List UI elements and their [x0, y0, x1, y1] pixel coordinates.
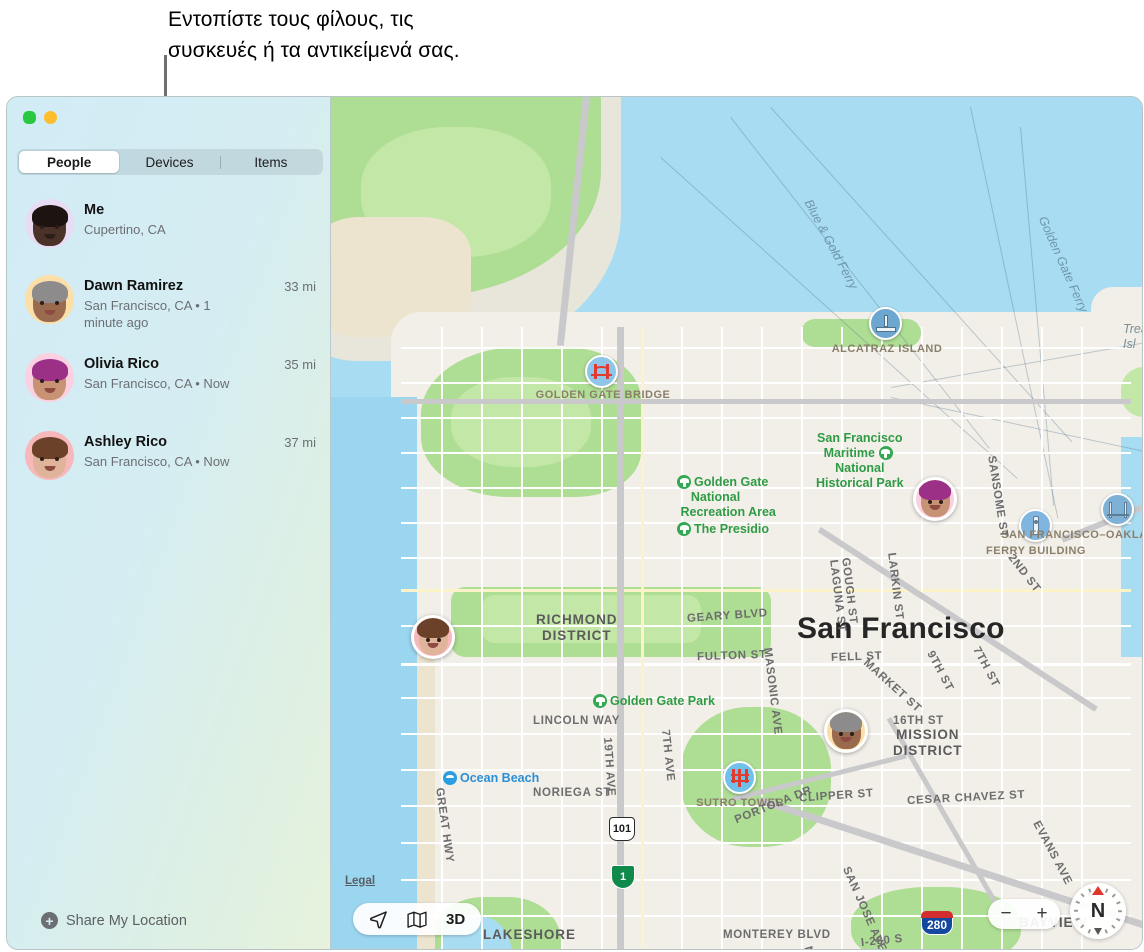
golden-gate-bridge-icon[interactable]: [585, 355, 618, 388]
person-subtitle: San Francisco, CA • 1 minute ago: [84, 298, 211, 330]
person-name: Ashley Rico: [84, 434, 167, 450]
avatar: [25, 431, 74, 480]
compass-tick: [1116, 901, 1121, 905]
map-mode-controls: 3D: [353, 903, 482, 935]
highway-101-road: [617, 327, 624, 949]
geary-blvd-road: [401, 399, 1131, 404]
tab-devices[interactable]: Devices: [119, 151, 219, 173]
list-item-olivia-rico[interactable]: Olivia Rico San Francisco, CA • Now 35 m…: [7, 353, 330, 407]
avatar: [25, 199, 74, 248]
screenshot-root: Εντοπίστε τους φίλους, τις συσκευές ή τα…: [0, 0, 1144, 952]
zoom-in-button[interactable]: +: [1036, 903, 1047, 925]
three-d-toggle[interactable]: 3D: [446, 911, 465, 928]
window-traffic-lights: [23, 111, 57, 124]
compass-tick: [1104, 929, 1108, 934]
compass-tick: [1118, 910, 1122, 912]
legal-link[interactable]: Legal: [345, 875, 375, 887]
list-item-ashley-rico[interactable]: Ashley Rico San Francisco, CA • Now 37 m…: [7, 431, 330, 485]
compass-tick: [1088, 888, 1092, 893]
compass-control[interactable]: N: [1070, 883, 1126, 939]
segmented-tabs: People Devices Items: [17, 149, 323, 175]
ferry-building-icon[interactable]: [1019, 509, 1052, 542]
map-marker-olivia-rico[interactable]: [913, 477, 957, 521]
zoom-button[interactable]: [23, 111, 36, 124]
highway-shield-280: 280: [921, 911, 953, 935]
app-window: People Devices Items Me Cupertino, CA Da…: [6, 96, 1143, 950]
share-my-location-button[interactable]: + Share My Location: [41, 912, 187, 929]
location-arrow-icon[interactable]: [369, 910, 388, 929]
sutro-tower-icon[interactable]: [723, 761, 756, 794]
callout-line-2: συσκευές ή τα αντικείμενά σας.: [168, 39, 460, 62]
plus-circle-icon: +: [41, 912, 58, 929]
callout-text: Εντοπίστε τους φίλους, τις συσκευές ή τα…: [168, 4, 598, 66]
lighthouse-icon[interactable]: [869, 307, 902, 340]
zoom-controls: − +: [988, 899, 1060, 929]
compass-north-needle: [1092, 886, 1104, 895]
person-name: Dawn Ramirez: [84, 278, 184, 294]
compass-tick: [1075, 901, 1080, 905]
person-subtitle: San Francisco, CA • Now: [84, 376, 230, 391]
highway-shield-101: 101: [609, 817, 635, 841]
compass-tick: [1074, 910, 1078, 912]
compass-tick: [1080, 924, 1085, 929]
golden-gate-park-green-2: [481, 595, 701, 643]
zoom-out-button[interactable]: −: [1000, 903, 1011, 925]
compass-tick: [1116, 917, 1121, 921]
ferry-route-label-golden-gate: Golden Gate Ferry: [1035, 214, 1091, 315]
compass-tick: [1111, 924, 1116, 929]
pacific-ocean: [331, 397, 417, 949]
avatar: [25, 275, 74, 324]
person-subtitle: Cupertino, CA: [84, 222, 166, 237]
compass-tick: [1111, 893, 1116, 898]
minimize-button[interactable]: [44, 111, 57, 124]
callout-line-1: Εντοπίστε τους φίλους, τις: [168, 8, 414, 31]
maritime-green: [801, 319, 921, 347]
person-distance: 35 mi: [284, 357, 316, 372]
tab-items[interactable]: Items: [221, 151, 321, 173]
compass-tick: [1088, 929, 1092, 934]
list-item-dawn-ramirez[interactable]: Dawn Ramirez San Francisco, CA • 1 minut…: [7, 275, 330, 331]
person-name: Olivia Rico: [84, 356, 159, 372]
compass-tick: [1080, 893, 1085, 898]
map-marker-dawn-ramirez[interactable]: [824, 709, 868, 753]
compass-tick: [1104, 888, 1108, 893]
compass-south-needle: [1094, 928, 1102, 935]
compass-tick: [1075, 917, 1080, 921]
sidebar: People Devices Items Me Cupertino, CA Da…: [7, 97, 331, 949]
tab-people[interactable]: People: [19, 151, 120, 173]
person-distance: 33 mi: [284, 279, 316, 294]
person-subtitle: San Francisco, CA • Now: [84, 454, 230, 469]
list-item-me[interactable]: Me Cupertino, CA: [7, 199, 330, 253]
map-fold-icon[interactable]: [407, 910, 427, 929]
people-list: Me Cupertino, CA Dawn Ramirez San Franci…: [7, 193, 330, 507]
share-my-location-label: Share My Location: [66, 912, 187, 929]
highway-shield-1: 1: [611, 865, 635, 889]
person-name: Me: [84, 202, 105, 218]
compass-label: N: [1090, 899, 1106, 922]
map-canvas[interactable]: GOLDEN GATE BRIDGE ALCATRAZ ISLAND FERRY…: [331, 97, 1142, 949]
map-marker-ashley-rico[interactable]: [411, 615, 455, 659]
avatar: [25, 353, 74, 402]
bay-bridge-icon[interactable]: [1101, 493, 1134, 526]
person-distance: 37 mi: [284, 435, 316, 450]
